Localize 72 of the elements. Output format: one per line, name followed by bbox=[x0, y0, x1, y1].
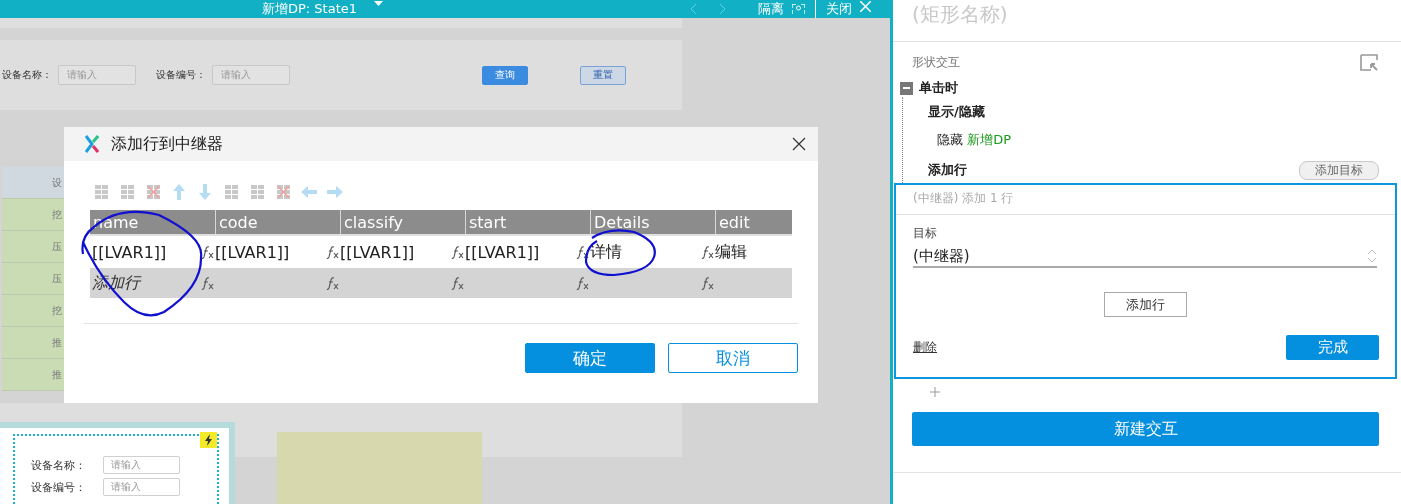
isolate-button[interactable]: 隔离 bbox=[758, 1, 784, 17]
query-button[interactable]: 查询 bbox=[482, 65, 528, 85]
chevron-right-icon[interactable] bbox=[719, 4, 726, 14]
column-header: edit bbox=[715, 210, 792, 234]
stepper-icon[interactable] bbox=[1367, 248, 1377, 264]
table-cell[interactable]: [[LVAR1]] bbox=[340, 242, 415, 262]
close-icon[interactable] bbox=[860, 0, 871, 12]
column-header: classify bbox=[340, 210, 465, 234]
section-title: 形状交互 bbox=[912, 54, 960, 71]
table-cell[interactable]: [[LVAR1]] bbox=[465, 242, 540, 262]
target-select[interactable]: (中继器) bbox=[913, 246, 1377, 268]
arrow-left-icon[interactable] bbox=[300, 183, 318, 201]
event-label: 单击时 bbox=[919, 79, 958, 97]
reset-button[interactable]: 重置 bbox=[580, 65, 626, 85]
action-summary: (中继器) 添加 1 行 bbox=[896, 185, 1395, 215]
add-target-button[interactable]: 添加目标 bbox=[1299, 160, 1379, 180]
table-cell[interactable]: 编辑 bbox=[715, 241, 747, 263]
function-icon bbox=[701, 276, 714, 290]
collapse-toggle[interactable] bbox=[900, 81, 913, 95]
function-icon bbox=[576, 245, 589, 259]
grid-icon[interactable] bbox=[248, 183, 266, 201]
close-preview-button[interactable]: 关闭 bbox=[826, 1, 852, 17]
action-detail: 隐藏 新增DP bbox=[936, 131, 1012, 149]
action-title: 显示/隐藏 bbox=[928, 103, 985, 121]
delete-grid-icon[interactable] bbox=[144, 183, 162, 201]
dialog-title: 添加行到中继器 bbox=[111, 133, 223, 155]
function-icon bbox=[451, 245, 464, 259]
table-cell[interactable]: [[LVAR1]] bbox=[92, 242, 167, 262]
done-button[interactable]: 完成 bbox=[1286, 335, 1379, 360]
caret-icon[interactable] bbox=[374, 1, 383, 7]
function-icon bbox=[701, 245, 714, 259]
arrow-down-icon[interactable] bbox=[196, 183, 214, 201]
input-field[interactable]: 请输入 bbox=[212, 65, 290, 85]
column-header: start bbox=[465, 210, 590, 234]
input-field[interactable]: 请输入 bbox=[103, 478, 180, 496]
arrow-right-icon[interactable] bbox=[326, 183, 344, 201]
input-field[interactable]: 请输入 bbox=[103, 456, 180, 474]
expand-icon[interactable] bbox=[1360, 54, 1379, 71]
plus-icon[interactable] bbox=[930, 387, 940, 397]
input-field[interactable]: 请输入 bbox=[58, 65, 136, 85]
field-label: 设备名称： bbox=[31, 457, 87, 473]
function-icon bbox=[201, 276, 214, 290]
chevron-left-icon[interactable] bbox=[690, 4, 697, 14]
table-cell[interactable]: [[LVAR1]] bbox=[215, 242, 290, 262]
field-label: 设备名称： bbox=[2, 68, 52, 82]
field-label: 设备编号： bbox=[156, 68, 206, 82]
lightning-icon[interactable] bbox=[200, 432, 217, 448]
field-label: 设备编号： bbox=[31, 479, 87, 495]
grid-icon[interactable] bbox=[118, 183, 136, 201]
function-icon bbox=[451, 276, 464, 290]
table-cell[interactable]: 详情 bbox=[590, 241, 622, 263]
grid-icon[interactable] bbox=[92, 183, 110, 201]
function-icon bbox=[326, 245, 339, 259]
page-title[interactable]: 新增DP: State1 bbox=[262, 1, 358, 17]
cancel-button[interactable]: 取消 bbox=[668, 343, 798, 373]
action-title: 添加行 bbox=[928, 161, 967, 179]
column-header: code bbox=[215, 210, 340, 234]
ok-button[interactable]: 确定 bbox=[525, 343, 655, 373]
target-label: 目标 bbox=[912, 225, 938, 242]
new-interaction-button[interactable]: 新建交互 bbox=[912, 412, 1379, 446]
delete-grid-icon[interactable] bbox=[274, 183, 292, 201]
function-icon bbox=[201, 245, 214, 259]
logo-icon bbox=[85, 135, 99, 153]
close-button[interactable] bbox=[792, 137, 808, 153]
delete-link[interactable]: 删除 bbox=[913, 339, 937, 356]
function-icon bbox=[326, 276, 339, 290]
arrow-up-icon[interactable] bbox=[170, 183, 188, 201]
function-icon bbox=[576, 276, 589, 290]
add-row-button[interactable]: 添加行 bbox=[1104, 292, 1187, 317]
column-header: Details bbox=[590, 210, 715, 234]
focus-icon[interactable] bbox=[792, 4, 805, 14]
grid-icon[interactable] bbox=[222, 183, 240, 201]
